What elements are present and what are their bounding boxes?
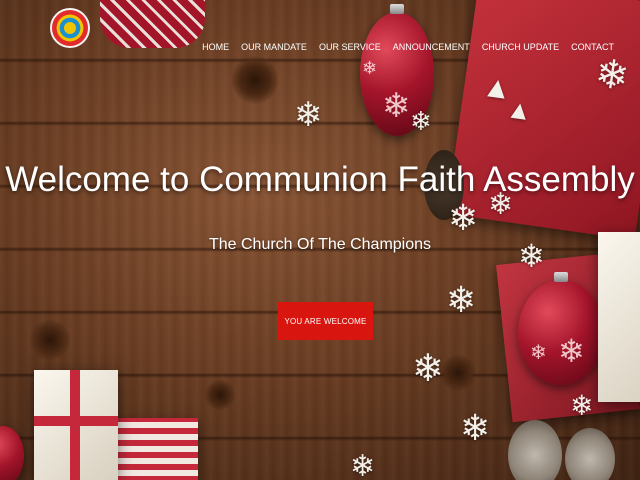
main-navigation: HOME OUR MANDATE OUR SERVICE ANNOUNCEMEN… xyxy=(202,42,614,52)
wood-knot xyxy=(30,320,70,360)
white-gift-box xyxy=(598,232,640,402)
tree-icon: ▲ xyxy=(504,93,535,127)
hero-subtitle: The Church Of The Champions xyxy=(208,236,432,253)
white-gift-box xyxy=(34,370,118,480)
snowflake-icon: ❄ xyxy=(446,279,477,320)
snowflake-icon: ❄ xyxy=(558,333,585,369)
nav-home[interactable]: HOME xyxy=(202,42,229,52)
snowflake-icon: ❄ xyxy=(294,96,323,134)
church-crest-icon xyxy=(64,22,76,34)
snowflake-icon: ❄ xyxy=(448,197,479,238)
wood-knot xyxy=(440,355,476,391)
ornament-icon: ❄ ❄ xyxy=(518,272,604,385)
snowflake-icon: ❄ xyxy=(410,106,432,136)
snowflake-icon: ❄ xyxy=(350,450,376,480)
welcome-button[interactable]: YOU ARE WELCOME xyxy=(278,302,373,340)
hero-title: Welcome to Communion Faith Assembly xyxy=(5,160,635,199)
snowflake-icon: ❄ xyxy=(592,51,632,100)
pinecone-decoration xyxy=(508,420,562,480)
pinecone-decoration xyxy=(565,428,615,480)
mitten-decoration xyxy=(100,0,205,48)
nav-announcement[interactable]: ANNOUNCEMENT xyxy=(393,42,470,52)
wood-knot xyxy=(205,380,235,410)
nav-our-mandate[interactable]: OUR MANDATE xyxy=(241,42,307,52)
snowflake-icon: ❄ xyxy=(382,87,411,125)
ornament-icon xyxy=(0,426,24,480)
nav-contact[interactable]: CONTACT xyxy=(571,42,614,52)
wood-knot xyxy=(232,56,278,104)
nav-our-service[interactable]: OUR SERVICE xyxy=(319,42,381,52)
church-logo[interactable] xyxy=(50,8,90,48)
striped-gift-box xyxy=(110,418,198,480)
snowflake-icon: ❄ xyxy=(412,348,444,390)
snowflake-icon: ❄ xyxy=(570,390,594,421)
nav-church-update[interactable]: CHURCH UPDATE xyxy=(482,42,559,52)
snowflake-icon: ❄ xyxy=(362,58,378,78)
snowflake-icon: ❄ xyxy=(460,407,491,448)
snowflake-icon: ❄ xyxy=(530,342,547,364)
